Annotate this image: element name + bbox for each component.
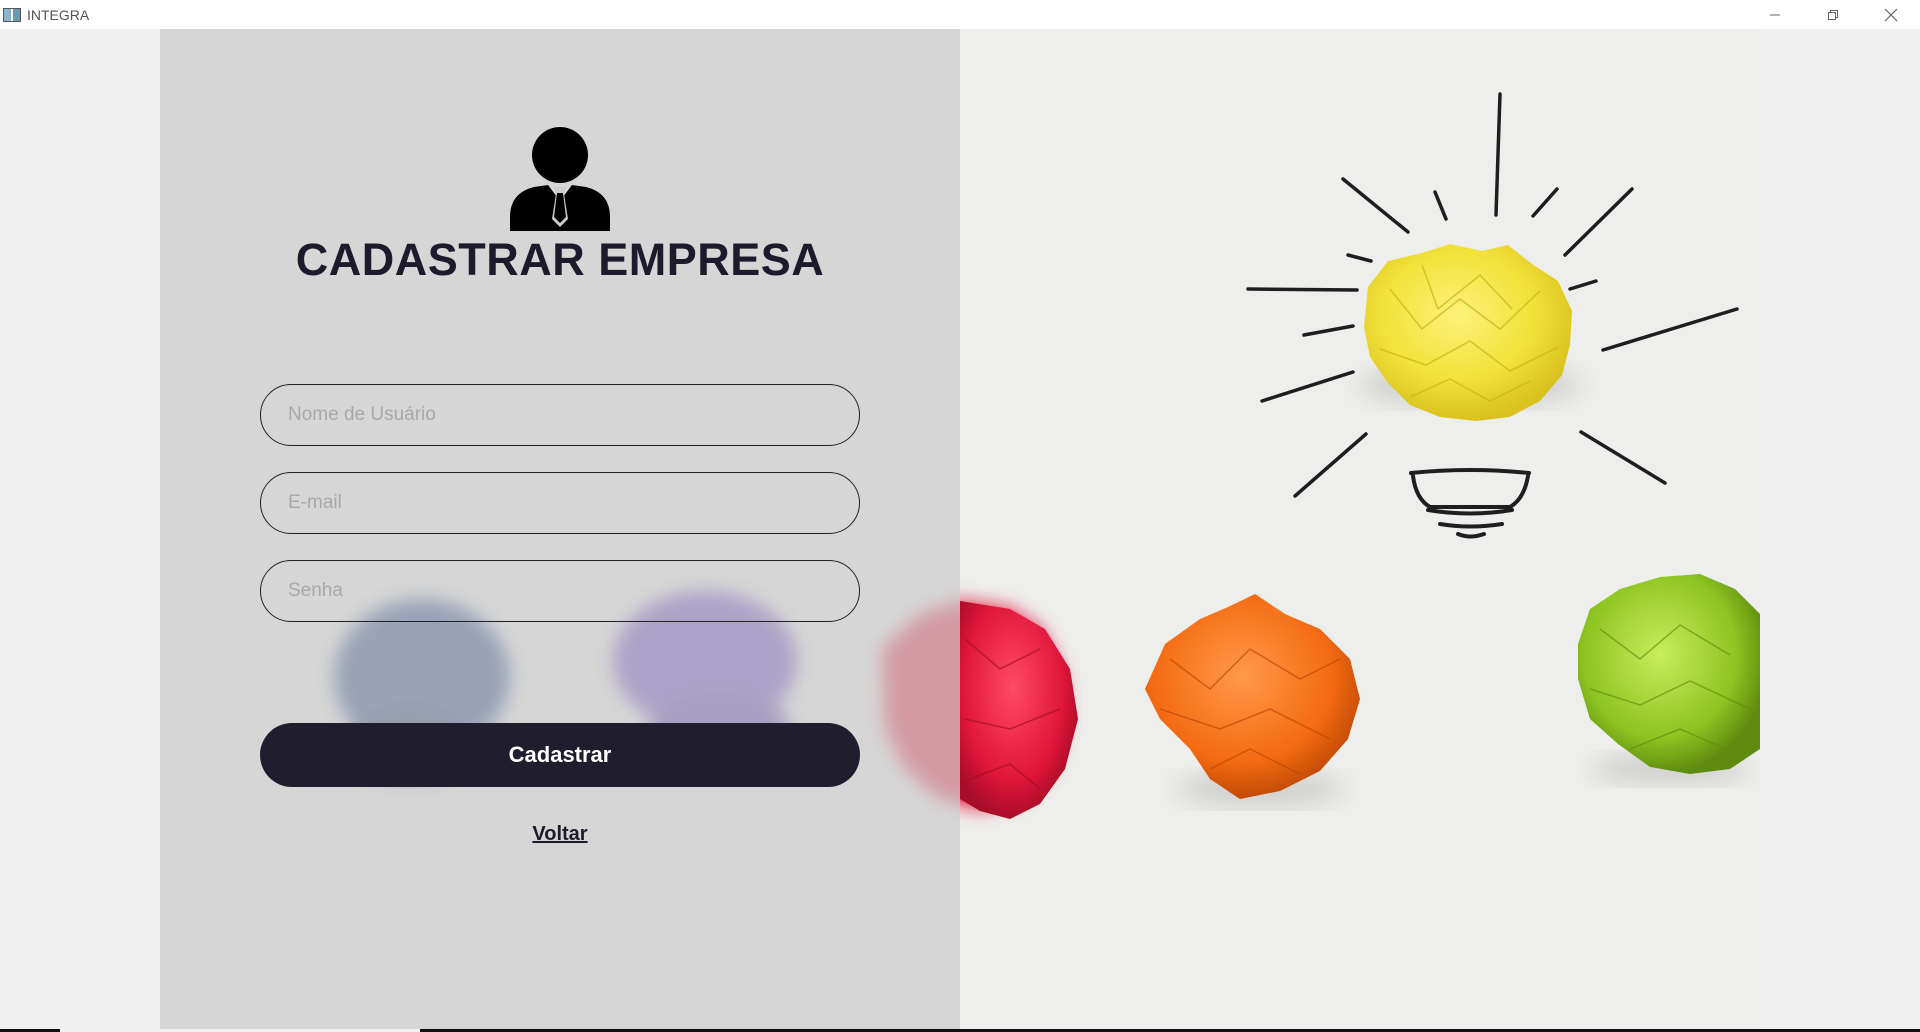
back-link[interactable]: Voltar [532,823,587,845]
user-businessman-icon [510,127,610,231]
main-panel: CADASTRAR EMPRESA Cadastrar Voltar [160,29,1760,1029]
password-field[interactable] [260,560,860,622]
restore-icon [1828,9,1838,20]
page-title: CADASTRAR EMPRESA [295,234,825,285]
register-button[interactable]: Cadastrar [260,723,860,787]
username-field[interactable] [260,384,860,446]
email-field[interactable] [260,472,860,534]
window-titlebar: INTEGRA [0,0,1920,29]
close-button[interactable] [1862,0,1920,29]
back-link-container: Voltar [160,823,960,846]
window-content: CADASTRAR EMPRESA Cadastrar Voltar [0,29,1920,1029]
window-controls [1746,0,1920,29]
minimize-icon [1770,14,1780,15]
minimize-button[interactable] [1746,0,1804,29]
window-title: INTEGRA [27,6,90,23]
register-company-form: CADASTRAR EMPRESA Cadastrar Voltar [160,29,960,1029]
close-icon [1884,8,1898,21]
app-icon [3,7,21,22]
restore-button[interactable] [1804,0,1862,29]
